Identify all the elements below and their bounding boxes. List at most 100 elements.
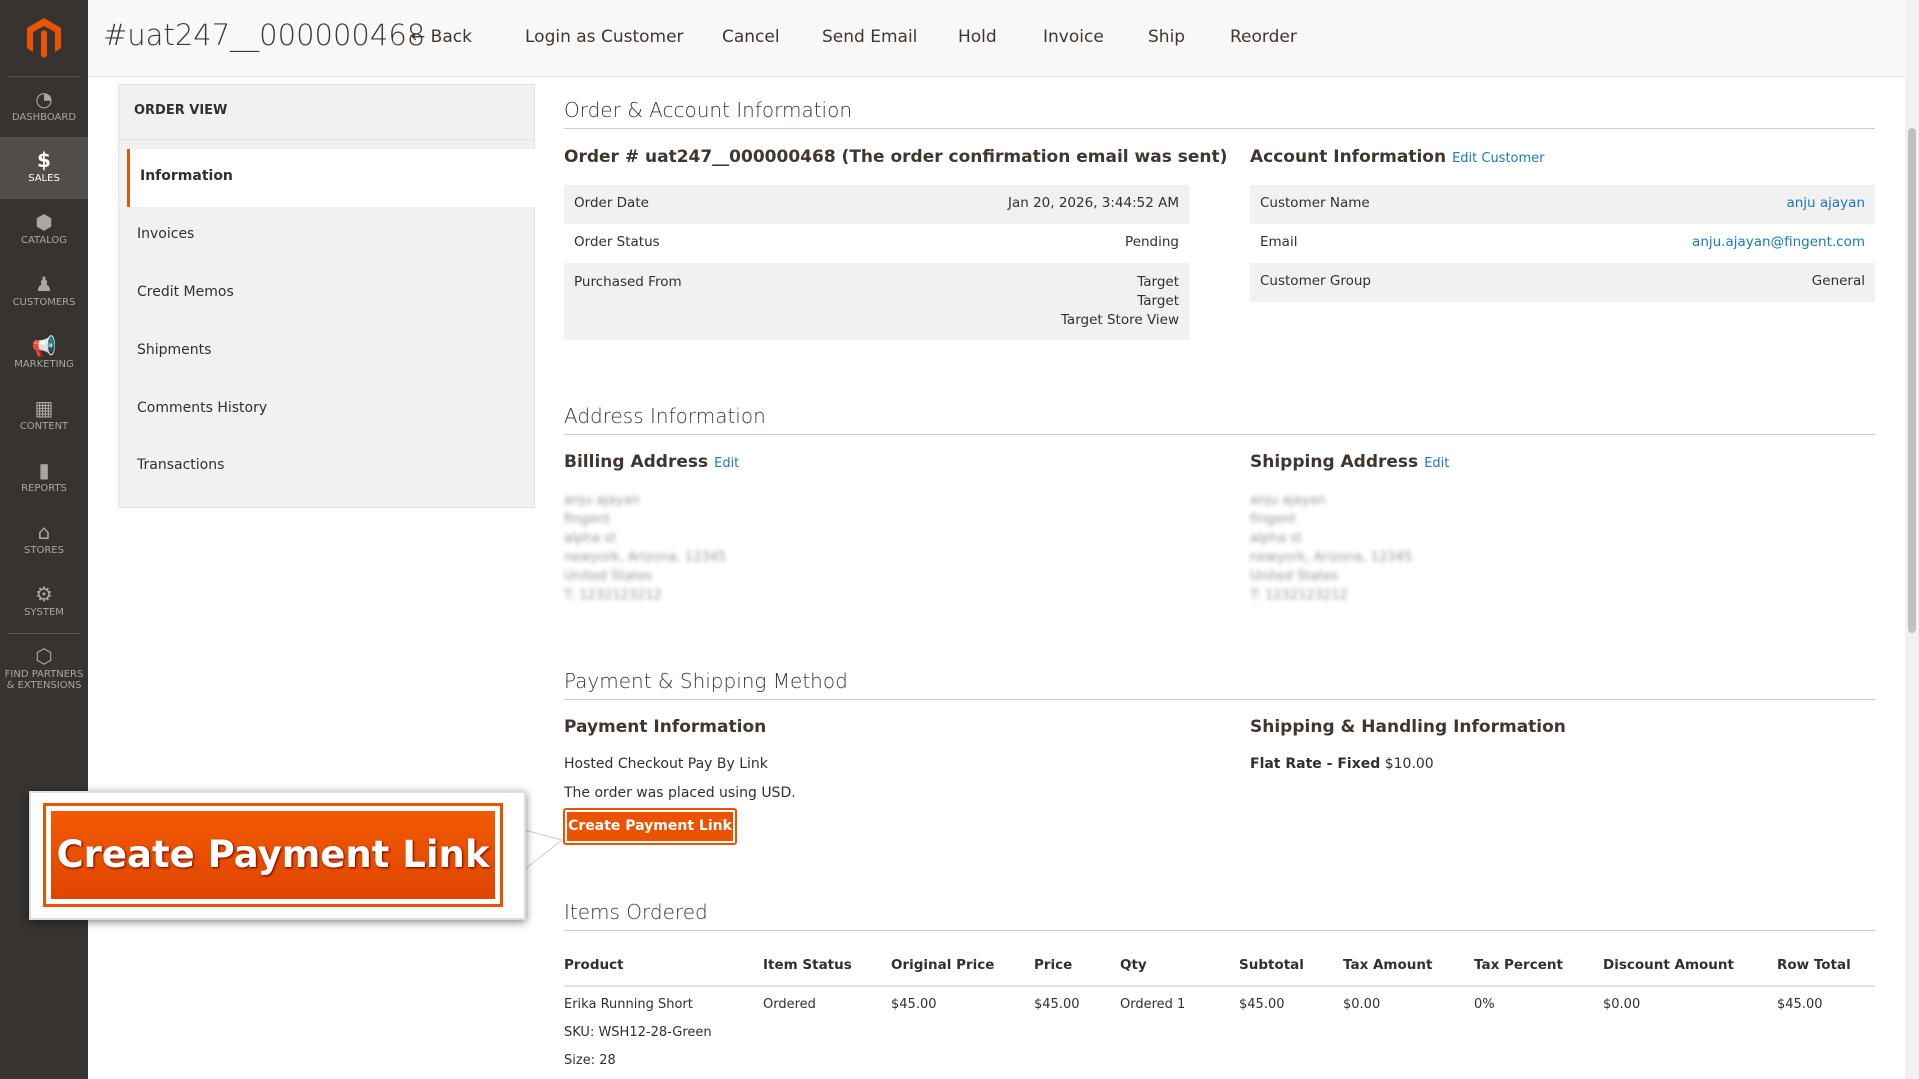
bar-chart-icon: ▮ — [38, 458, 50, 482]
send-email-button[interactable]: Send Email — [822, 27, 917, 47]
sidebar-item-reports[interactable]: ▮ REPORTS — [0, 447, 88, 509]
tax-percent: 0% — [1474, 997, 1495, 1012]
hold-button[interactable]: Hold — [958, 27, 997, 47]
customer-name-link[interactable]: anju ajayan — [1786, 195, 1865, 214]
scrollbar-thumb[interactable] — [1908, 128, 1916, 633]
qty: Ordered 1 — [1120, 997, 1186, 1012]
row-value: Target Target Target Store View — [1061, 273, 1179, 330]
col-tax-amount: Tax Amount — [1343, 957, 1433, 973]
sidebar-item-system[interactable]: ⚙ SYSTEM — [0, 571, 88, 633]
row-value: Pending — [1125, 234, 1179, 250]
subtotal: $45.00 — [1239, 997, 1285, 1012]
price: $45.00 — [1034, 997, 1080, 1012]
row-label: Order Date — [574, 195, 649, 211]
page-scrollbar[interactable] — [1905, 0, 1919, 1079]
reorder-button[interactable]: Reorder — [1230, 27, 1297, 47]
col-original-price: Original Price — [891, 957, 995, 973]
shipping-method: Flat Rate - Fixed $10.00 — [1250, 756, 1434, 772]
shipping-price: $10.00 — [1384, 756, 1434, 772]
shipping-address: anju ajayan fingent alpha st newyork, Arizo… — [1250, 491, 1412, 605]
col-price: Price — [1034, 957, 1073, 973]
address-line: United States — [1250, 569, 1339, 584]
tab-information[interactable]: Information — [127, 149, 535, 207]
sidebar-item-sales[interactable]: $ SALES — [0, 137, 88, 199]
address-line: United States — [564, 569, 653, 584]
tab-comments-history[interactable]: Comments History — [127, 381, 535, 439]
callout-zoom: Create Payment Link — [29, 791, 526, 920]
website: Target — [1137, 274, 1179, 290]
address-line: T: 1232123212 — [564, 588, 662, 603]
currency-note: The order was placed using USD. — [564, 785, 796, 801]
callout-label: Create Payment Link — [51, 811, 495, 899]
sidebar-label: DASHBOARD — [11, 112, 77, 123]
email-row: Email anju.ajayan@fingent.com — [1250, 224, 1875, 263]
section-items-ordered: Items Ordered — [564, 900, 1875, 931]
edit-shipping-link[interactable]: Edit — [1424, 456, 1449, 471]
callout-frame: Create Payment Link — [43, 803, 503, 907]
col-row-total: Row Total — [1777, 957, 1851, 973]
page-title: #uat247__000000468 — [103, 18, 426, 52]
row-value: Jan 20, 2026, 3:44:52 AM — [1007, 195, 1179, 211]
col-subtotal: Subtotal — [1239, 957, 1304, 973]
address-line: alpha st — [564, 531, 617, 546]
store-icon: ⌂ — [37, 520, 51, 544]
cancel-button[interactable]: Cancel — [722, 27, 780, 47]
megaphone-icon: 📢 — [31, 334, 57, 358]
sidebar-item-find-partners[interactable]: ⬡ FIND PARTNERS & EXTENSIONS — [0, 633, 88, 713]
row-label: Customer Name — [1260, 195, 1370, 211]
col-product: Product — [564, 957, 624, 973]
original-price: $45.00 — [891, 997, 937, 1012]
row-label: Order Status — [574, 234, 660, 250]
table-header-divider — [564, 985, 1875, 987]
payment-heading: Payment Information — [564, 717, 767, 737]
address-line: fingent — [1250, 512, 1297, 527]
sidebar-label: STORES — [24, 545, 64, 556]
magento-logo-icon[interactable] — [24, 16, 64, 60]
invoice-button[interactable]: Invoice — [1043, 27, 1104, 47]
ship-button[interactable]: Ship — [1148, 27, 1185, 47]
sidebar-item-catalog[interactable]: ⬢ CATALOG — [0, 199, 88, 261]
blocks-icon: ⬡ — [35, 644, 53, 668]
order-info-table: Order Date Jan 20, 2026, 3:44:52 AM Order… — [564, 185, 1189, 340]
col-qty: Qty — [1120, 957, 1147, 973]
person-icon: ♟ — [35, 272, 53, 296]
section-address: Address Information — [564, 404, 1875, 435]
edit-billing-link[interactable]: Edit — [714, 456, 739, 471]
tab-credit-memos[interactable]: Credit Memos — [127, 265, 535, 323]
back-label: Back — [430, 27, 472, 47]
order-heading: Order # uat247__000000468 (The order con… — [564, 147, 1228, 167]
col-tax-percent: Tax Percent — [1474, 957, 1563, 973]
address-line: T: 1232123212 — [1250, 588, 1348, 603]
section-order-account: Order & Account Information — [564, 98, 1875, 129]
row-value: General — [1811, 273, 1865, 289]
sidebar-item-dashboard[interactable]: ◔ DASHBOARD — [0, 76, 88, 138]
sidebar-item-content[interactable]: ▦ CONTENT — [0, 385, 88, 447]
nav-title: ORDER VIEW — [119, 85, 534, 140]
arrow-left-icon: ← — [411, 27, 431, 47]
order-status-row: Order Status Pending — [564, 224, 1189, 263]
tab-invoices[interactable]: Invoices — [127, 207, 535, 265]
login-as-customer-button[interactable]: Login as Customer — [525, 27, 684, 47]
callout-pointer — [524, 829, 564, 871]
shipping-heading: Shipping Address Edit — [1250, 452, 1449, 472]
sidebar-label: SALES — [28, 173, 60, 184]
account-heading: Account Information Edit Customer — [1250, 147, 1545, 167]
product-sku: SKU: WSH12-28-Green — [564, 1025, 712, 1040]
back-button[interactable]: ← Back — [411, 27, 472, 47]
email-link[interactable]: anju.ajayan@fingent.com — [1692, 234, 1865, 253]
tab-transactions[interactable]: Transactions — [127, 438, 535, 496]
sidebar-item-stores[interactable]: ⌂ STORES — [0, 509, 88, 571]
address-line: alpha st — [1250, 531, 1303, 546]
store: Target — [1137, 293, 1179, 309]
edit-customer-link[interactable]: Edit Customer — [1452, 151, 1544, 166]
row-label: Customer Group — [1260, 273, 1371, 289]
tab-shipments[interactable]: Shipments — [127, 323, 535, 381]
sidebar-label: REPORTS — [21, 483, 67, 494]
store-view: Target Store View — [1060, 312, 1179, 328]
sidebar-label: CONTENT — [19, 421, 69, 432]
payment-method: Hosted Checkout Pay By Link — [564, 756, 768, 772]
sidebar-item-customers[interactable]: ♟ CUSTOMERS — [0, 261, 88, 323]
section-payment-shipping: Payment & Shipping Method — [564, 669, 1875, 700]
sidebar-item-marketing[interactable]: 📢 MARKETING — [0, 323, 88, 385]
create-payment-link-button[interactable]: Create Payment Link — [563, 808, 737, 845]
